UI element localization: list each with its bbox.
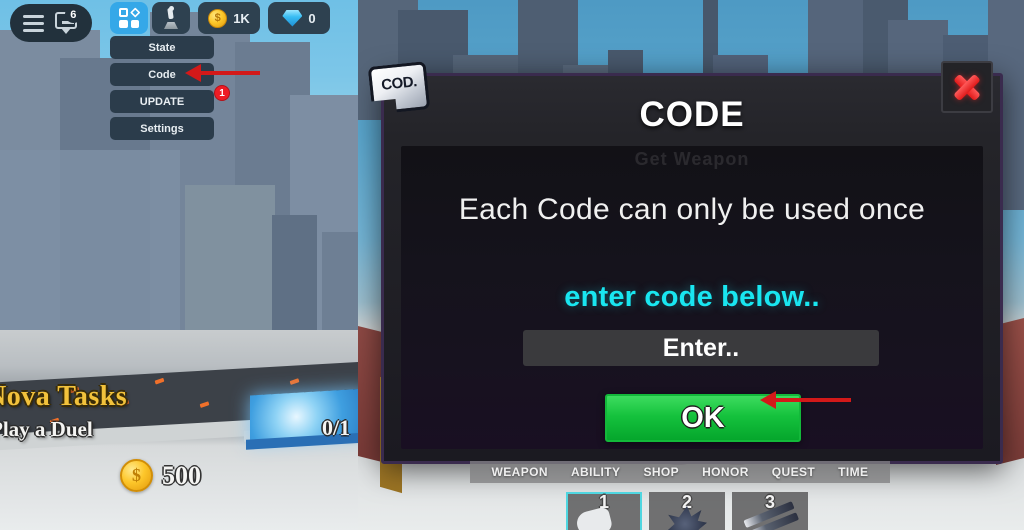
building-block	[0, 150, 180, 360]
menu-item-update[interactable]: UPDATE 1	[110, 85, 230, 113]
grid-menu-button[interactable]	[110, 2, 148, 34]
coin-icon: $	[208, 8, 228, 28]
ghost-text: Get Weapon	[634, 149, 750, 169]
coin-display: $ 500	[120, 459, 201, 492]
chat-menu-pill[interactable]: 6	[10, 4, 92, 42]
nav-item-ability[interactable]: ABILITY	[571, 465, 620, 479]
update-badge: 1	[214, 85, 230, 101]
code-input[interactable]: Enter..	[523, 330, 879, 366]
menu-item-state[interactable]: State	[110, 36, 214, 59]
character-button[interactable]	[152, 2, 190, 34]
hamburger-icon[interactable]	[23, 14, 45, 32]
code-badge-icon: COD.	[370, 64, 428, 112]
menu-item-label: UPDATE	[139, 95, 185, 108]
menu-item-label: State	[148, 41, 176, 54]
menu-item-label: Code	[148, 68, 176, 81]
character-statue-icon	[163, 6, 179, 29]
ok-button-label: OK	[681, 401, 725, 434]
code-dialog: CODE Get Weapon Each Code can only be us…	[381, 73, 1003, 464]
left-game-view: 6 $ 1K 0 State Code UPDATE 1 Settings No…	[0, 0, 358, 530]
coin-amount: 1K	[233, 10, 250, 26]
main-menu-dropdown: State Code UPDATE 1 Settings	[110, 32, 230, 140]
task-progress: 0/1	[322, 415, 351, 440]
screenshot-root: 6 $ 1K 0 State Code UPDATE 1 Settings No…	[0, 0, 1024, 530]
nav-item-shop[interactable]: SHOP	[643, 465, 679, 479]
grid-icon	[119, 7, 140, 28]
chat-badge: 6	[64, 6, 82, 23]
hotbar-slot-2[interactable]: 2	[649, 492, 725, 530]
dialog-notice: Each Code can only be used once	[458, 193, 926, 226]
menu-item-settings[interactable]: Settings	[110, 117, 214, 140]
menu-item-label: Settings	[140, 122, 184, 135]
hotbar-slot-3[interactable]: 3	[732, 492, 808, 530]
close-button[interactable]	[941, 61, 993, 113]
coin-icon: $	[120, 459, 153, 492]
dialog-body: Get Weapon Each Code can only be used on…	[401, 146, 983, 449]
dialog-title: CODE	[639, 95, 745, 134]
right-game-view: CODE Get Weapon Each Code can only be us…	[358, 0, 1024, 530]
coin-amount-label: 500	[162, 460, 201, 490]
enter-code-prompt: enter code below..	[564, 281, 820, 313]
gem-icon	[282, 9, 303, 27]
chat-icon[interactable]: 6	[54, 6, 82, 34]
close-icon	[952, 72, 982, 102]
nav-item-time[interactable]: TIME	[838, 465, 868, 479]
code-input-value: Enter..	[662, 333, 740, 362]
hotbar: 1 2 3	[566, 492, 808, 530]
hotbar-slot-1[interactable]: 1	[566, 492, 642, 530]
gem-amount: 0	[308, 10, 316, 26]
task-objective: Play a Duel	[0, 417, 93, 441]
gem-counter[interactable]: 0	[268, 2, 330, 34]
nav-item-quest[interactable]: QUEST	[772, 465, 815, 479]
coin-counter[interactable]: $ 1K	[198, 2, 260, 34]
nav-item-honor[interactable]: HONOR	[702, 465, 749, 479]
nav-item-weapon[interactable]: WEAPON	[492, 465, 548, 479]
bottom-nav: WEAPON ABILITY SHOP HONOR QUEST TIME	[470, 461, 890, 483]
tasks-title: Nova Tasks	[0, 381, 128, 412]
